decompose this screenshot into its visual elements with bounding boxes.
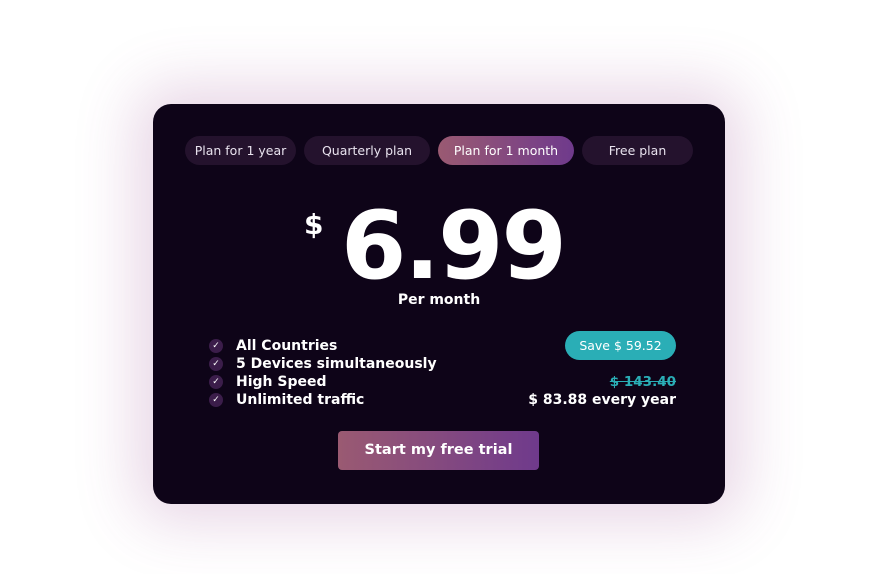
feature-label: All Countries bbox=[236, 338, 338, 354]
check-icon: ✓ bbox=[209, 393, 223, 407]
tab-quarterly-plan[interactable]: Quarterly plan bbox=[304, 136, 430, 165]
feature-item: ✓ All Countries bbox=[209, 337, 437, 355]
check-icon: ✓ bbox=[209, 375, 223, 389]
price-period: Per month bbox=[397, 292, 481, 308]
check-icon: ✓ bbox=[209, 357, 223, 371]
plan-tabs: Plan for 1 year Quarterly plan Plan for … bbox=[185, 136, 693, 165]
feature-item: ✓ High Speed bbox=[209, 373, 437, 391]
pricing-card: Plan for 1 year Quarterly plan Plan for … bbox=[153, 104, 725, 504]
feature-list: ✓ All Countries ✓ 5 Devices simultaneous… bbox=[209, 337, 437, 409]
tab-plan-1-year[interactable]: Plan for 1 year bbox=[185, 136, 296, 165]
tab-plan-1-month[interactable]: Plan for 1 month bbox=[438, 136, 574, 165]
currency-symbol: $ bbox=[304, 208, 324, 241]
feature-item: ✓ Unlimited traffic bbox=[209, 391, 437, 409]
yearly-price: $ 83.88 every year bbox=[528, 392, 676, 408]
old-price: $ 143.40 bbox=[609, 374, 676, 390]
tab-free-plan[interactable]: Free plan bbox=[582, 136, 693, 165]
check-icon: ✓ bbox=[209, 339, 223, 353]
price-amount: 6.99 bbox=[341, 192, 567, 301]
feature-label: Unlimited traffic bbox=[236, 392, 365, 408]
start-free-trial-button[interactable]: Start my free trial bbox=[338, 431, 539, 470]
save-badge: Save $ 59.52 bbox=[565, 331, 676, 360]
feature-label: High Speed bbox=[236, 374, 327, 390]
feature-label: 5 Devices simultaneously bbox=[236, 356, 437, 372]
feature-item: ✓ 5 Devices simultaneously bbox=[209, 355, 437, 373]
